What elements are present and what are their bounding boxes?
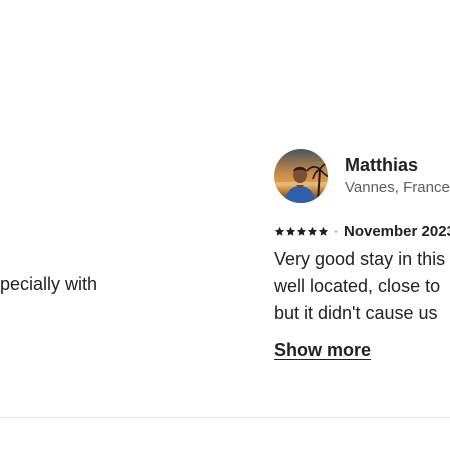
review-body-line: but it didn't cause us bbox=[274, 303, 438, 323]
reviewer-location: Vannes, France bbox=[345, 179, 450, 196]
show-more-link[interactable]: Show more bbox=[274, 340, 371, 361]
section-divider bbox=[0, 417, 450, 418]
review-card: Matthias Vannes, France · November 2023 … bbox=[274, 148, 450, 361]
reviewer-name: Matthias bbox=[345, 155, 419, 175]
star-icon bbox=[318, 226, 329, 236]
star-icon bbox=[285, 226, 296, 236]
review-body: Very good stay in this well located, clo… bbox=[274, 245, 450, 326]
reviewer-avatar[interactable] bbox=[274, 149, 328, 203]
review-body-line: well located, close to bbox=[274, 276, 441, 296]
star-icon bbox=[274, 226, 285, 236]
left-review-text: pecially with bbox=[0, 274, 98, 294]
review-meta: · November 2023 bbox=[274, 220, 450, 242]
meta-separator: · bbox=[334, 224, 338, 238]
reviewer-header: Matthias Vannes, France bbox=[274, 148, 450, 204]
rating-stars bbox=[274, 226, 329, 237]
review-date: November 2023 bbox=[344, 222, 450, 240]
review-body-line: Very good stay in this bbox=[274, 249, 446, 269]
star-icon bbox=[296, 226, 307, 236]
reviewer-info: Matthias Vannes, France bbox=[345, 153, 450, 199]
star-icon bbox=[307, 226, 318, 236]
reviews-section: pecially with Matthias Vannes, France · … bbox=[0, 0, 450, 450]
